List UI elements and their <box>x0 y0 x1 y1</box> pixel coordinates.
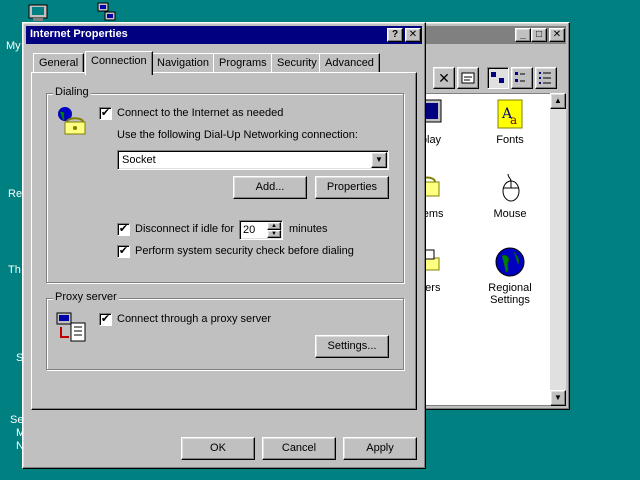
control-panel-scrollbar[interactable]: ▲ ▼ <box>550 93 566 406</box>
internet-properties-dialog[interactable]: Internet Properties ? ✕ General Connecti… <box>22 22 426 469</box>
security-check-label[interactable]: Perform system security check before dia… <box>135 245 354 257</box>
dun-connection-label: Use the following Dial-Up Networking con… <box>117 129 358 141</box>
mouse-icon <box>494 172 526 204</box>
disconnect-idle-checkbox[interactable]: ✔ <box>117 223 130 236</box>
mouse-label: Mouse <box>493 208 527 220</box>
small-icons-icon[interactable] <box>511 67 533 89</box>
my-computer-icon[interactable] <box>28 4 50 22</box>
dialing-group: Dialing ✔ Connect to the Internet as nee… <box>46 86 404 283</box>
apply-button[interactable]: Apply <box>343 437 417 460</box>
desktop-label: Th <box>8 264 21 276</box>
tab-general[interactable]: General <box>33 53 85 73</box>
tab-connection[interactable]: Connection <box>85 51 153 75</box>
large-icons-icon[interactable] <box>487 67 509 89</box>
dialing-group-label: Dialing <box>53 86 91 98</box>
scroll-down-button[interactable]: ▼ <box>550 390 566 406</box>
desktop-label: Re <box>8 188 23 200</box>
disconnect-idle-label[interactable]: Disconnect if idle for <box>135 223 234 235</box>
scroll-up-button[interactable]: ▲ <box>550 93 566 109</box>
proxy-server-icon <box>55 311 89 345</box>
fonts-item[interactable]: Aa Fonts <box>475 98 545 146</box>
connect-as-needed-checkbox[interactable]: ✔ <box>99 107 112 120</box>
phone-icon <box>55 104 89 138</box>
control-panel-toolbar: ✕ <box>409 65 566 93</box>
regional-settings-item[interactable]: Regional Settings <box>475 246 545 306</box>
dun-connection-select[interactable]: Socket ▼ <box>117 150 389 170</box>
ok-button[interactable]: OK <box>181 437 255 460</box>
help-button[interactable]: ? <box>387 28 403 42</box>
proxy-checkbox-label[interactable]: Connect through a proxy server <box>117 313 271 325</box>
control-panel-window[interactable]: _ □ ✕ ✕ isplay Aa Fonts odems Mouse inte… <box>405 22 570 410</box>
control-panel-titlebar[interactable]: _ □ ✕ <box>409 26 566 44</box>
idle-minutes-value[interactable]: 20 <box>243 224 255 236</box>
spin-up-button[interactable]: ▲ <box>267 222 281 230</box>
security-check-checkbox[interactable]: ✔ <box>117 245 130 258</box>
properties-button[interactable]: Properties <box>315 176 389 199</box>
delete-icon[interactable]: ✕ <box>433 67 455 89</box>
idle-minutes-units: minutes <box>289 223 328 235</box>
add-button[interactable]: Add... <box>233 176 307 199</box>
dialog-title: Internet Properties <box>30 28 128 40</box>
svg-text:a: a <box>510 113 517 127</box>
globe-icon <box>494 246 526 278</box>
proxy-settings-button[interactable]: Settings... <box>315 335 389 358</box>
mouse-item[interactable]: Mouse <box>475 172 545 220</box>
properties-icon[interactable] <box>457 67 479 89</box>
idle-minutes-spinner[interactable]: 20 ▲ ▼ <box>239 220 283 240</box>
list-icon[interactable] <box>535 67 557 89</box>
dun-connection-value: Socket <box>122 154 156 166</box>
fonts-label: Fonts <box>496 134 524 146</box>
maximize-button[interactable]: □ <box>531 28 547 42</box>
tab-programs[interactable]: Programs <box>213 53 273 73</box>
cancel-button[interactable]: Cancel <box>262 437 336 460</box>
desktop-label: My <box>6 40 21 52</box>
control-panel-content: isplay Aa Fonts odems Mouse inters Regio… <box>409 93 551 406</box>
dialog-titlebar[interactable]: Internet Properties ? ✕ <box>26 26 422 44</box>
close-button[interactable]: ✕ <box>405 28 421 42</box>
tab-navigation[interactable]: Navigation <box>151 53 215 73</box>
spin-down-button[interactable]: ▼ <box>267 230 281 238</box>
settings-label: Settings <box>490 294 530 306</box>
fonts-icon: Aa <box>494 98 526 130</box>
tab-security[interactable]: Security <box>271 53 323 73</box>
proxy-checkbox[interactable]: ✔ <box>99 313 112 326</box>
network-icon[interactable] <box>96 2 118 21</box>
connect-as-needed-label[interactable]: Connect to the Internet as needed <box>117 107 283 119</box>
minimize-button[interactable]: _ <box>515 28 531 42</box>
regional-label: Regional <box>488 282 532 294</box>
tab-strip: General Connection Navigation Programs S… <box>31 51 411 75</box>
connection-tab-panel: Dialing ✔ Connect to the Internet as nee… <box>31 72 417 410</box>
proxy-group-label: Proxy server <box>53 291 119 303</box>
tab-advanced[interactable]: Advanced <box>319 53 380 73</box>
close-button[interactable]: ✕ <box>549 28 565 42</box>
chevron-down-icon[interactable]: ▼ <box>371 152 387 168</box>
proxy-server-group: Proxy server ✔ Connect through a proxy s… <box>46 291 404 370</box>
